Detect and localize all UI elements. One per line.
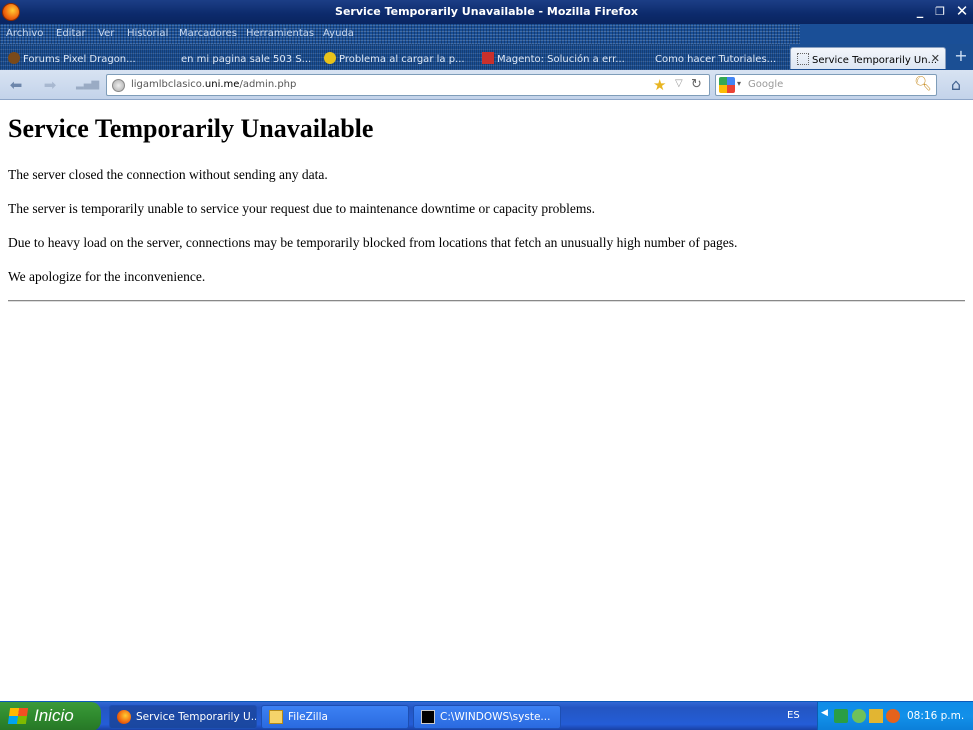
start-button[interactable]: Inicio [0,702,101,730]
url-path: /admin.php [239,79,297,90]
error-paragraph: Due to heavy load on the server, connect… [8,235,738,250]
back-arrow-icon[interactable]: ⬅ [6,76,26,94]
bookmark-star-icon[interactable]: ★ [653,76,666,94]
minimize-button[interactable]: _ [909,3,931,21]
folder-sync-icon[interactable] [869,709,883,723]
dragon-icon [8,52,20,64]
tab-tutoriales[interactable]: Como hacer Tutoriales... [634,47,790,69]
window-titlebar: Service Temporarily Unavailable - Mozill… [0,0,973,24]
forward-arrow-icon[interactable]: ➡ [40,76,60,94]
taskbar: Inicio Service Temporarily U... FileZill… [0,701,973,730]
users-icon[interactable] [852,709,866,723]
firefox-icon [117,710,131,724]
search-engine-dropdown-icon[interactable]: ▾ [737,79,741,88]
menu-item-editar[interactable]: Editar [56,28,86,39]
menu-item-herramientas[interactable]: Herramientas [246,28,314,39]
url-host: uni.me [204,79,240,90]
smiley-icon [324,52,336,64]
tab-strip: Forums Pixel Dragon... en mi pagina sale… [0,44,973,70]
close-tab-icon[interactable]: ✕ [931,52,940,65]
tray-expand-icon[interactable]: ◀ [821,708,835,722]
page-icon [640,52,652,64]
google-icon[interactable] [719,77,735,93]
tab-503[interactable]: en mi pagina sale 503 S... [160,47,316,69]
menu-item-historial[interactable]: Historial [127,28,168,39]
page-heading: Service Temporarily Unavailable [8,114,374,143]
history-dropdown-icon[interactable]: ▽ [675,78,683,89]
search-magnifier-icon[interactable]: 🔍︎ [914,76,932,92]
page-icon [166,52,178,64]
menu-item-archivo[interactable]: Archivo [6,28,43,39]
search-placeholder: Google [748,79,784,90]
menu-item-marcadores[interactable]: Marcadores [179,28,237,39]
screen-noise [0,24,800,44]
url-prefix: ligamlbclasico. [131,79,205,90]
windows-logo-icon [7,708,29,724]
tab-magento[interactable]: Magento: Solución a err... [476,47,632,69]
update-icon[interactable] [886,709,900,723]
tab-problema[interactable]: Problema al cargar la p... [318,47,474,69]
navigation-toolbar: ⬅ ➡ ▂▄▆ ligamlbclasico.uni.me/admin.php … [0,70,973,100]
system-tray: ◀ 08:16 p.m. [817,702,973,730]
error-paragraph: The server closed the connection without… [8,167,328,182]
folder-icon [269,710,283,724]
menu-item-ver[interactable]: Ver [98,28,114,39]
home-icon[interactable]: ⌂ [945,75,967,95]
reload-icon[interactable]: ↻ [691,77,702,92]
menu-bar: Archivo Editar Ver Historial Marcadores … [0,24,973,44]
globe-icon [112,79,125,92]
signal-bars-icon: ▂▄▆ [76,79,100,90]
language-indicator[interactable]: ES [787,710,800,721]
divider [8,300,965,302]
clock[interactable]: 08:16 p.m. [907,710,964,722]
page-content: Service Temporarily Unavailable The serv… [0,101,973,701]
new-tab-button[interactable]: + [952,47,970,65]
error-paragraph: We apologize for the inconvenience. [8,269,206,284]
network-icon[interactable] [834,709,848,723]
task-filezilla[interactable]: FileZilla [261,705,409,729]
start-label: Inicio [34,706,74,725]
console-icon [421,710,435,724]
url-bar[interactable]: ligamlbclasico.uni.me/admin.php ★ ▽ ↻ [106,74,710,96]
tab-service-unavailable[interactable]: Service Temporarily Un... ✕ [790,47,946,69]
search-bar[interactable]: ▾ Google 🔍︎ [715,74,937,96]
error-paragraph: The server is temporarily unable to serv… [8,201,596,216]
blank-page-icon [797,53,809,65]
menu-item-ayuda[interactable]: Ayuda [323,28,354,39]
restore-button[interactable]: ❐ [929,3,951,21]
task-cmd[interactable]: C:\WINDOWS\syste... [413,705,561,729]
tab-forums[interactable]: Forums Pixel Dragon... [2,47,158,69]
magento-icon [482,52,494,64]
task-firefox[interactable]: Service Temporarily U... [109,705,257,729]
window-title: Service Temporarily Unavailable - Mozill… [335,5,638,18]
close-window-button[interactable]: ✕ [951,3,973,21]
